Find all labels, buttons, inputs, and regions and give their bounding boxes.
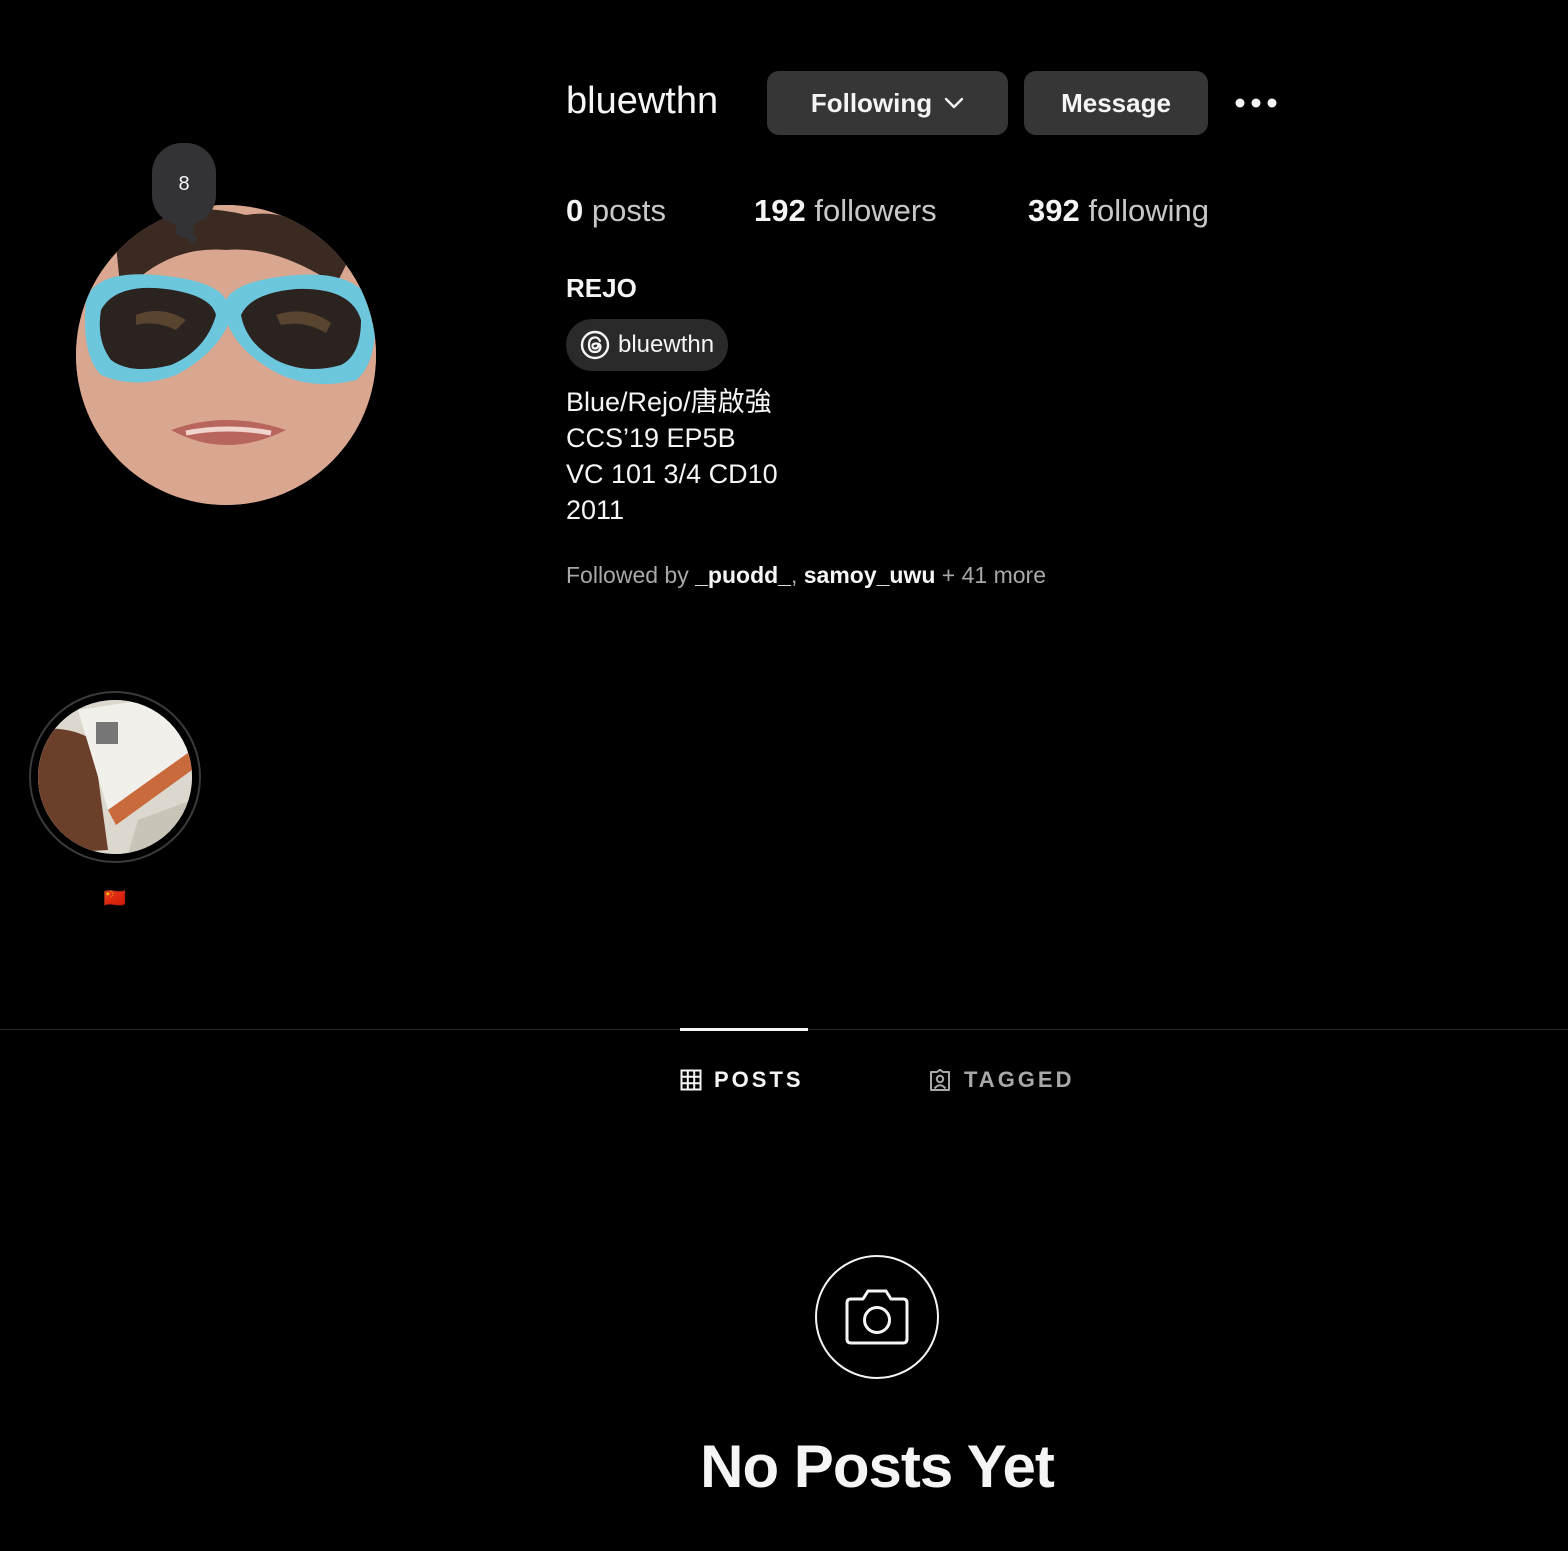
highlight-cover-image [38, 700, 192, 854]
profile-avatar[interactable] [76, 205, 376, 505]
followers-count: 192 [754, 193, 806, 228]
bio-line: VC 101 3/4 CD10 [566, 459, 778, 489]
bio-line: Blue/Rejo/唐啟強 [566, 387, 772, 417]
message-button-label: Message [1061, 87, 1171, 118]
mutual-follower-1[interactable]: _puodd_ [695, 562, 791, 588]
more-options-icon [1235, 98, 1277, 108]
posts-count: 0 [566, 193, 584, 228]
threads-icon [580, 330, 610, 360]
profile-full-name: REJO [566, 273, 637, 303]
following-button[interactable]: Following [767, 71, 1008, 135]
note-text: 8 [178, 173, 190, 195]
threads-handle: bluewthn [618, 331, 715, 358]
profile-bio: Blue/Rejo/唐啟強 CCS’19 EP5B VC 101 3/4 CD1… [566, 384, 778, 528]
tab-posts-label: POSTS [714, 1067, 804, 1092]
following-stat[interactable]: 392 following [1028, 193, 1209, 229]
more-options-button[interactable] [1232, 88, 1280, 118]
tab-tagged-label: TAGGED [964, 1067, 1075, 1092]
profile-username: bluewthn [566, 80, 719, 122]
empty-state-title: No Posts Yet [700, 1433, 1055, 1500]
tab-tagged[interactable]: TAGGED [928, 1067, 1074, 1093]
followed-by-more: + 41 more [941, 562, 1046, 588]
followers-label: followers [814, 193, 937, 228]
mutual-follower-2[interactable]: samoy_uwu [804, 562, 936, 588]
message-button[interactable]: Message [1024, 71, 1208, 135]
highlight-label: 🇨🇳 [103, 888, 127, 908]
grid-icon [680, 1069, 702, 1091]
followed-by-prefix: Followed by [566, 562, 689, 588]
tab-posts[interactable]: POSTS [680, 1067, 804, 1093]
avatar-image [76, 205, 376, 505]
following-label: following [1088, 193, 1209, 228]
posts-label: posts [591, 193, 666, 228]
story-highlight[interactable] [29, 691, 201, 863]
followed-by-text[interactable]: Followed by _puodd_, samoy_uwu + 41 more [566, 562, 1046, 589]
bio-line: 2011 [566, 495, 625, 525]
following-count: 392 [1028, 193, 1080, 228]
note-bubble-tail-dot [189, 235, 197, 243]
followers-stat[interactable]: 192 followers [754, 193, 937, 229]
tagged-person-icon [930, 1069, 950, 1091]
note-bubble[interactable]: 8 [152, 143, 216, 225]
threads-link[interactable]: bluewthn [566, 319, 729, 371]
chevron-down-icon [944, 97, 964, 109]
following-button-label: Following [810, 87, 933, 118]
empty-state-camera-circle [815, 1255, 939, 1379]
followed-by-separator: , [790, 562, 798, 588]
camera-icon [845, 1289, 909, 1345]
active-tab-indicator [680, 1028, 808, 1031]
posts-stat: 0 posts [566, 193, 666, 229]
bio-line: CCS’19 EP5B [566, 423, 736, 453]
